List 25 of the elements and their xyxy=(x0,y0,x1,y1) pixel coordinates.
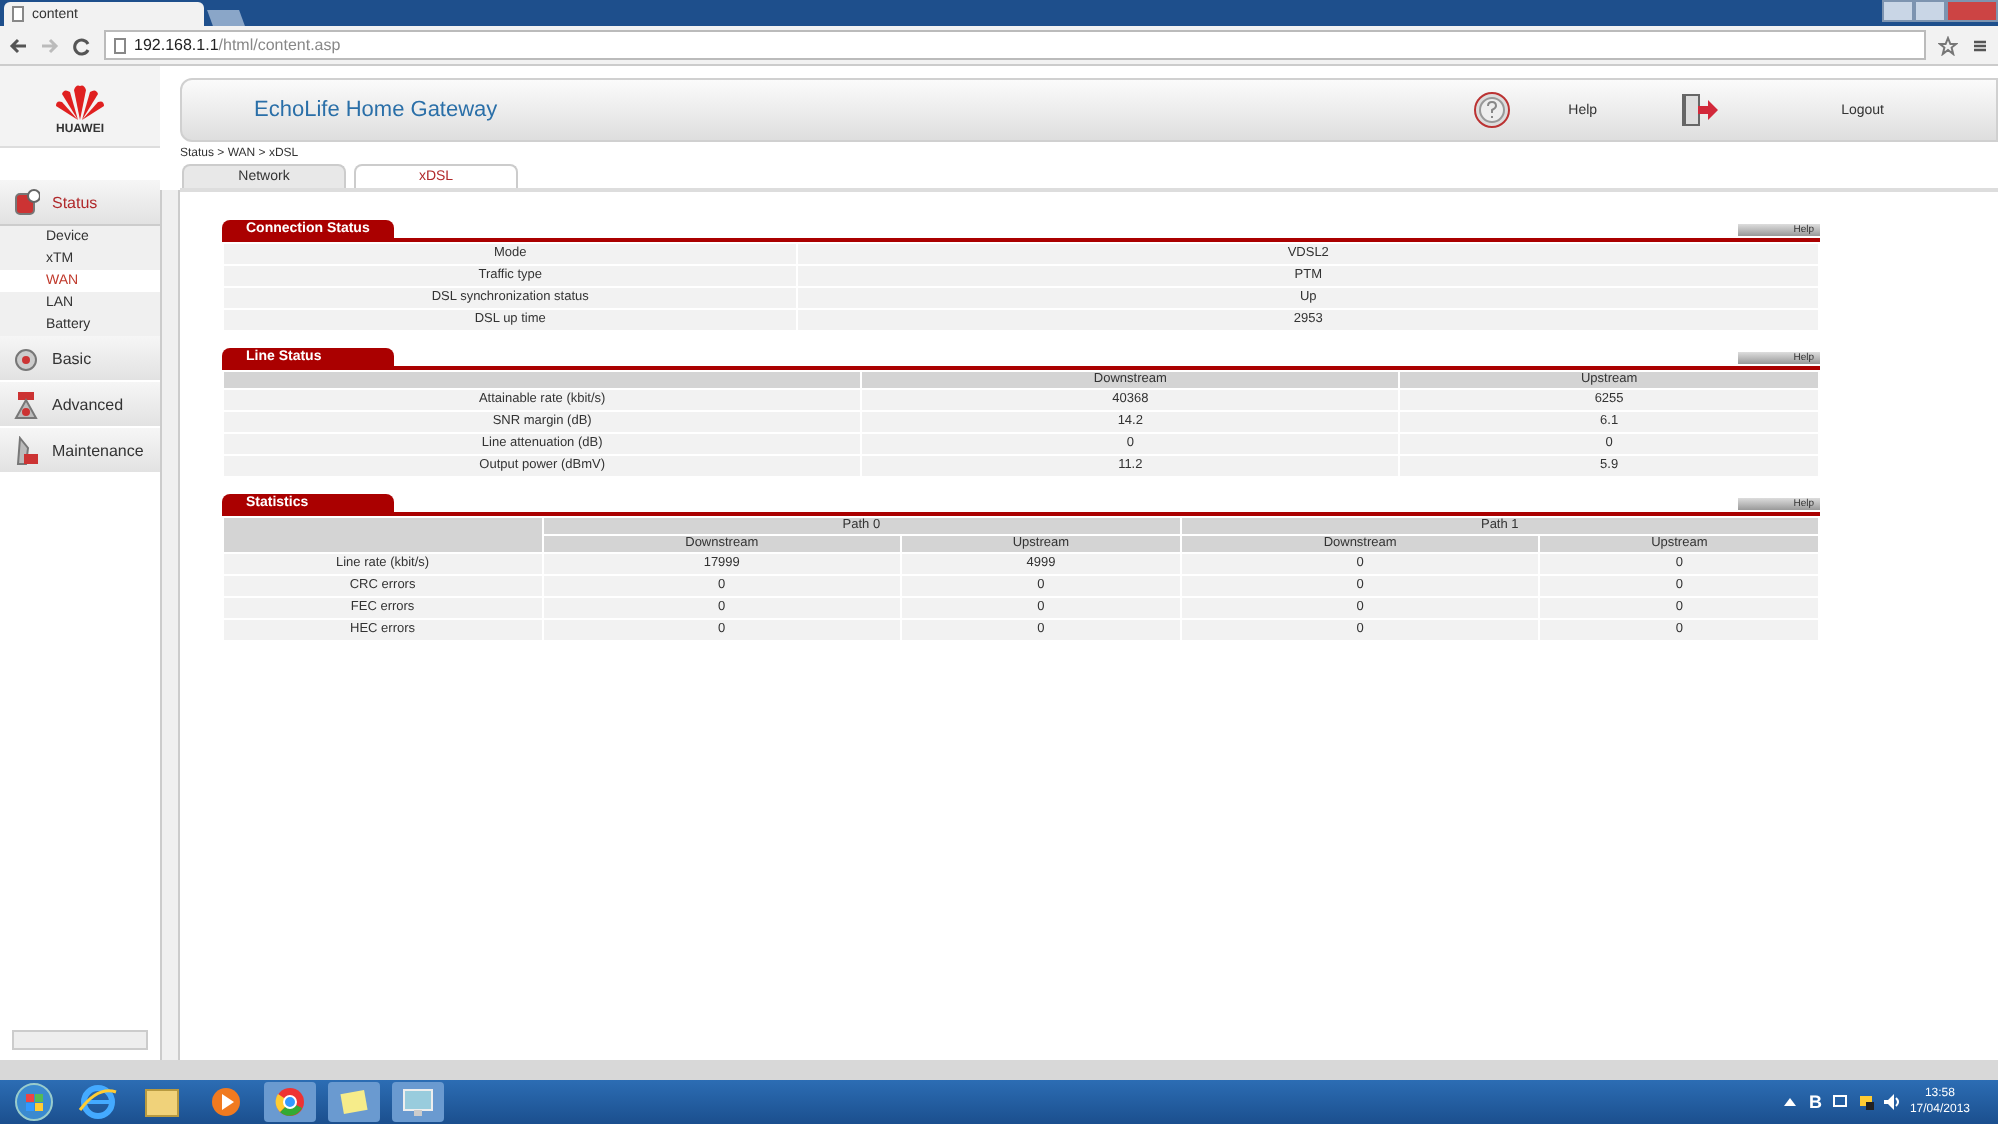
tray-letter-icon[interactable]: B xyxy=(1808,1092,1822,1112)
speaker-icon[interactable] xyxy=(1883,1094,1900,1110)
sidebar-item[interactable]: Status xyxy=(0,180,160,226)
window-icon[interactable] xyxy=(1831,1094,1848,1110)
chrome-icon[interactable] xyxy=(264,1082,316,1122)
question-icon[interactable] xyxy=(1472,90,1513,130)
caret-icon[interactable] xyxy=(1782,1094,1799,1110)
app-title: EchoLife Home Gateway xyxy=(254,98,500,122)
reload-icon[interactable] xyxy=(72,35,92,55)
address-field[interactable]: 192.168.1.1/html/content.asp xyxy=(104,30,1926,60)
page-icon xyxy=(114,37,126,53)
menu-icon[interactable] xyxy=(1970,35,1990,55)
vertical-scrollbar[interactable] xyxy=(160,190,180,1060)
exit-door-icon[interactable] xyxy=(1677,90,1722,130)
sidebar-item[interactable]: Maintenance xyxy=(0,428,160,474)
star-icon[interactable] xyxy=(1938,35,1958,55)
flag-icon[interactable] xyxy=(1857,1094,1874,1110)
new-tab-button[interactable] xyxy=(207,10,245,26)
sidebar-item[interactable]: Basic xyxy=(0,336,160,382)
logo-icon xyxy=(54,81,106,121)
horizontal-scrollbar[interactable] xyxy=(12,1030,148,1050)
back-icon[interactable] xyxy=(8,35,28,55)
monitor-icon[interactable] xyxy=(392,1082,444,1122)
page-icon xyxy=(12,6,24,22)
sidebar-item[interactable]: Advanced xyxy=(0,382,160,428)
